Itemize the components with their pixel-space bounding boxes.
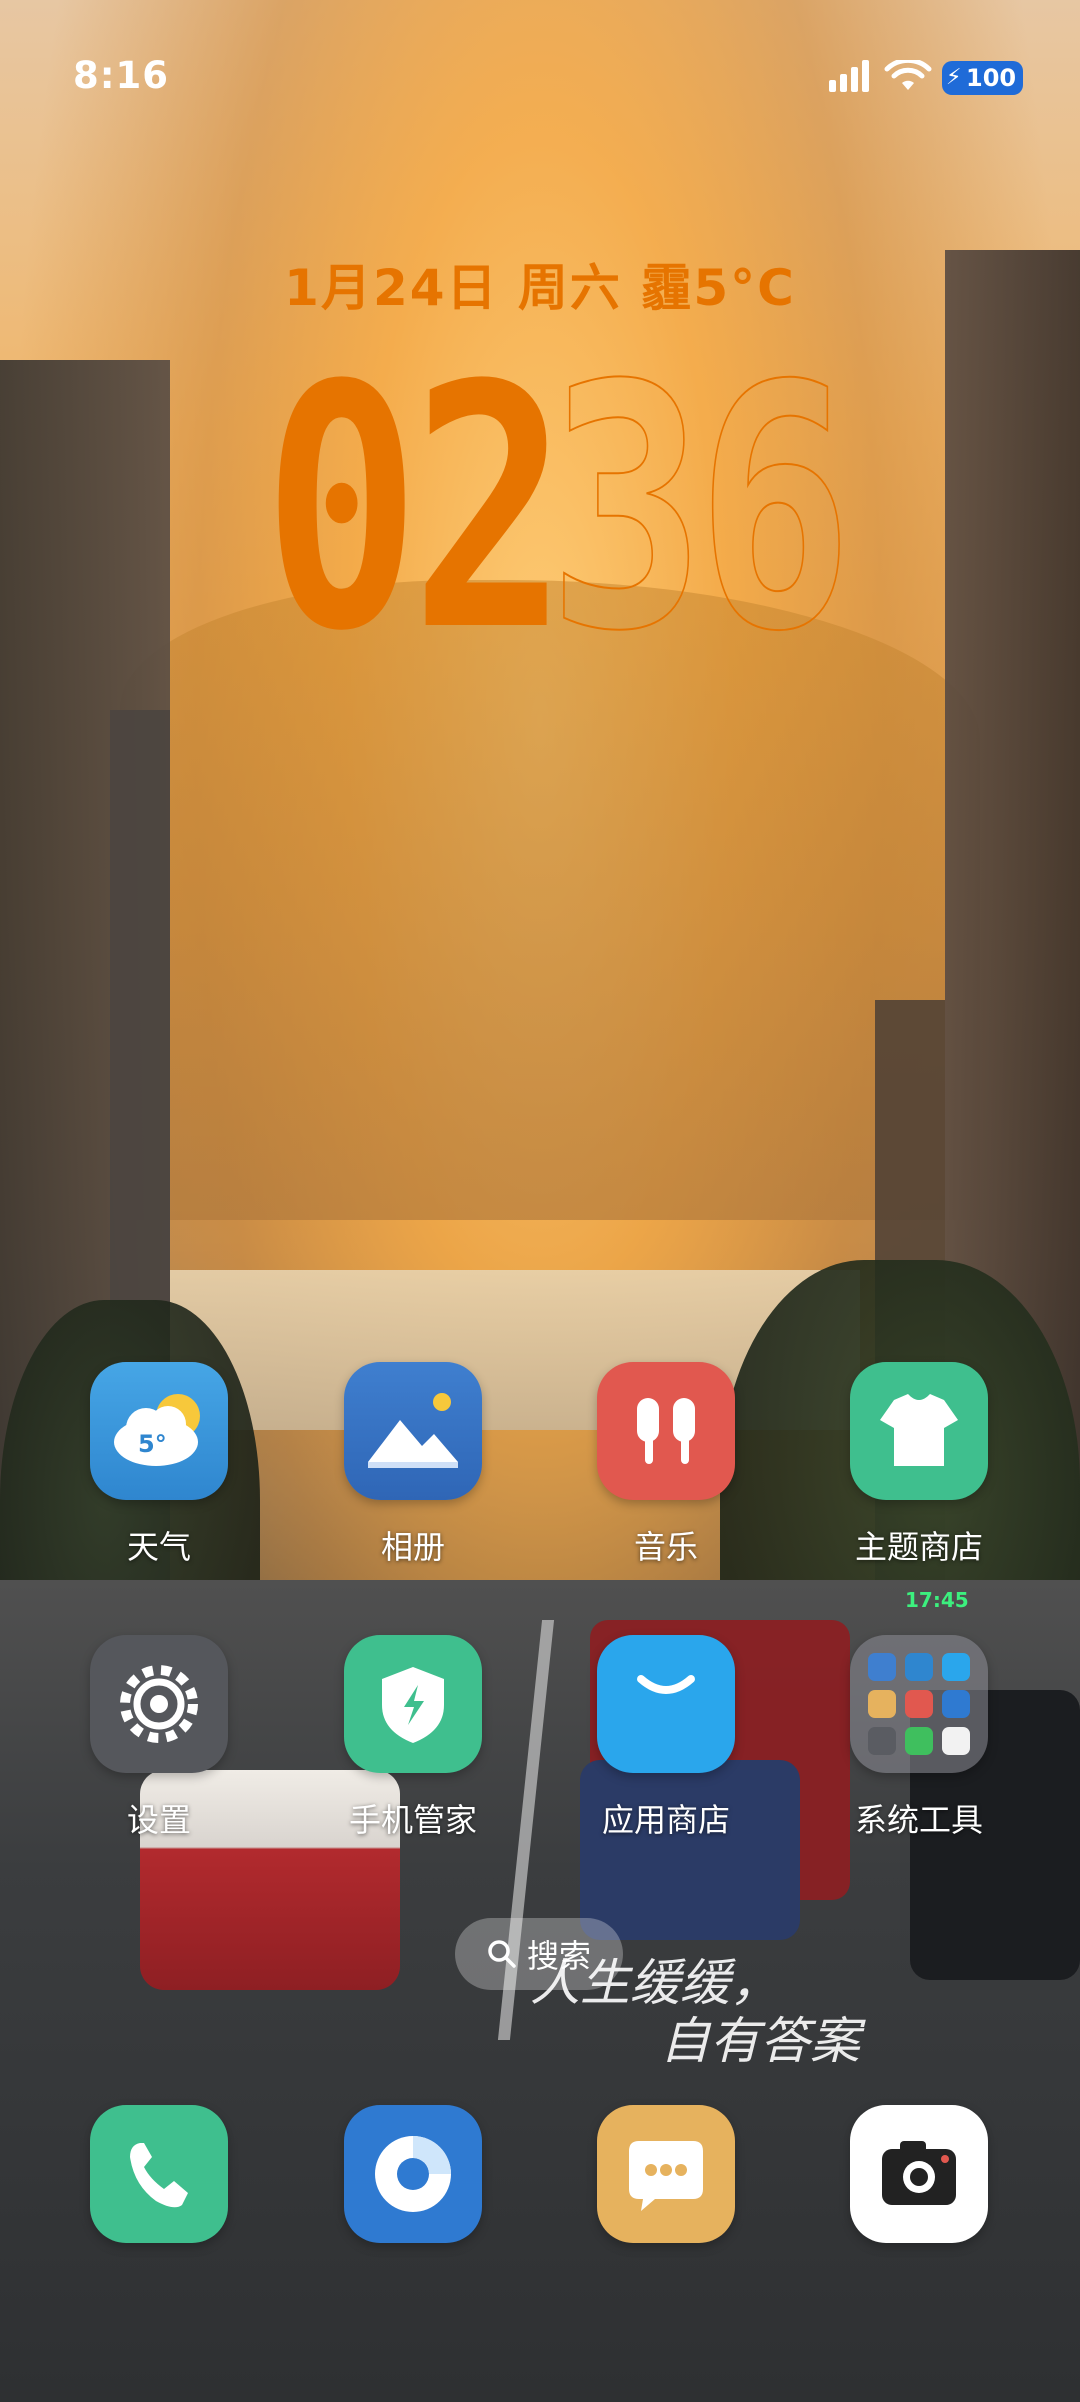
app-settings[interactable]: 设置 [59, 1635, 259, 1841]
wifi-icon [884, 60, 932, 90]
app-label-theme-store: 主题商店 [854, 1528, 983, 1566]
folder-icon [850, 1635, 988, 1773]
app-app-store[interactable]: 应用商店 [566, 1635, 766, 1841]
app-theme-store[interactable]: 主题商店 [819, 1362, 1019, 1568]
app-label-gallery: 相册 [380, 1528, 445, 1566]
charging-bolt-icon: ⚡ [946, 65, 962, 90]
wallpaper-clock-text: 17:45 [905, 1588, 969, 1612]
app-gallery[interactable]: 相册 [313, 1362, 513, 1568]
search-label: 搜索 [526, 1937, 591, 1975]
app-weather[interactable]: 5° 天气 [59, 1362, 259, 1568]
clock-minutes: 36 [547, 315, 854, 705]
battery-indicator: ⚡ 100 [942, 61, 1024, 95]
browser-icon [344, 2105, 482, 2243]
search-button[interactable]: 搜索 [455, 1918, 623, 1990]
dock-phone[interactable] [59, 2105, 259, 2243]
battery-level: 100 [966, 64, 1017, 92]
gear-icon [90, 1635, 228, 1773]
app-label-weather: 天气 [126, 1528, 191, 1566]
messages-icon [597, 2105, 735, 2243]
camera-icon [850, 2105, 988, 2243]
app-phone-manager[interactable]: 手机管家 [313, 1635, 513, 1841]
app-label-phone-manager: 手机管家 [348, 1801, 477, 1839]
tshirt-icon [850, 1362, 988, 1500]
dock-browser[interactable] [313, 2105, 513, 2243]
app-label-system-tools: 系统工具 [854, 1801, 983, 1839]
dock-camera[interactable] [819, 2105, 1019, 2243]
search-icon [488, 1940, 516, 1968]
cellular-signal-icon [829, 60, 869, 92]
phone-icon [90, 2105, 228, 2243]
widget-date-weather: 1月24日 周六 霾5°C [284, 259, 796, 317]
shopping-bag-icon [597, 1635, 735, 1773]
handwriting-line-2: 自有答案 [660, 2011, 860, 2070]
app-music[interactable]: 音乐 [566, 1362, 766, 1568]
folder-system-tools[interactable]: 系统工具 [819, 1635, 1019, 1841]
app-label-settings: 设置 [126, 1801, 191, 1839]
status-time: 8:16 [73, 54, 170, 97]
app-label-music: 音乐 [633, 1528, 698, 1566]
clock-hours: 02 [263, 315, 568, 705]
weather-icon-temp: 5° [138, 1430, 167, 1458]
gallery-icon [344, 1362, 482, 1500]
status-bar: 8:16 ⚡ 100 [0, 54, 1080, 104]
weather-icon: 5° [90, 1362, 228, 1500]
music-icon [597, 1362, 735, 1500]
app-label-app-store: 应用商店 [601, 1801, 730, 1839]
dock-messages[interactable] [566, 2105, 766, 2243]
shield-icon [344, 1635, 482, 1773]
